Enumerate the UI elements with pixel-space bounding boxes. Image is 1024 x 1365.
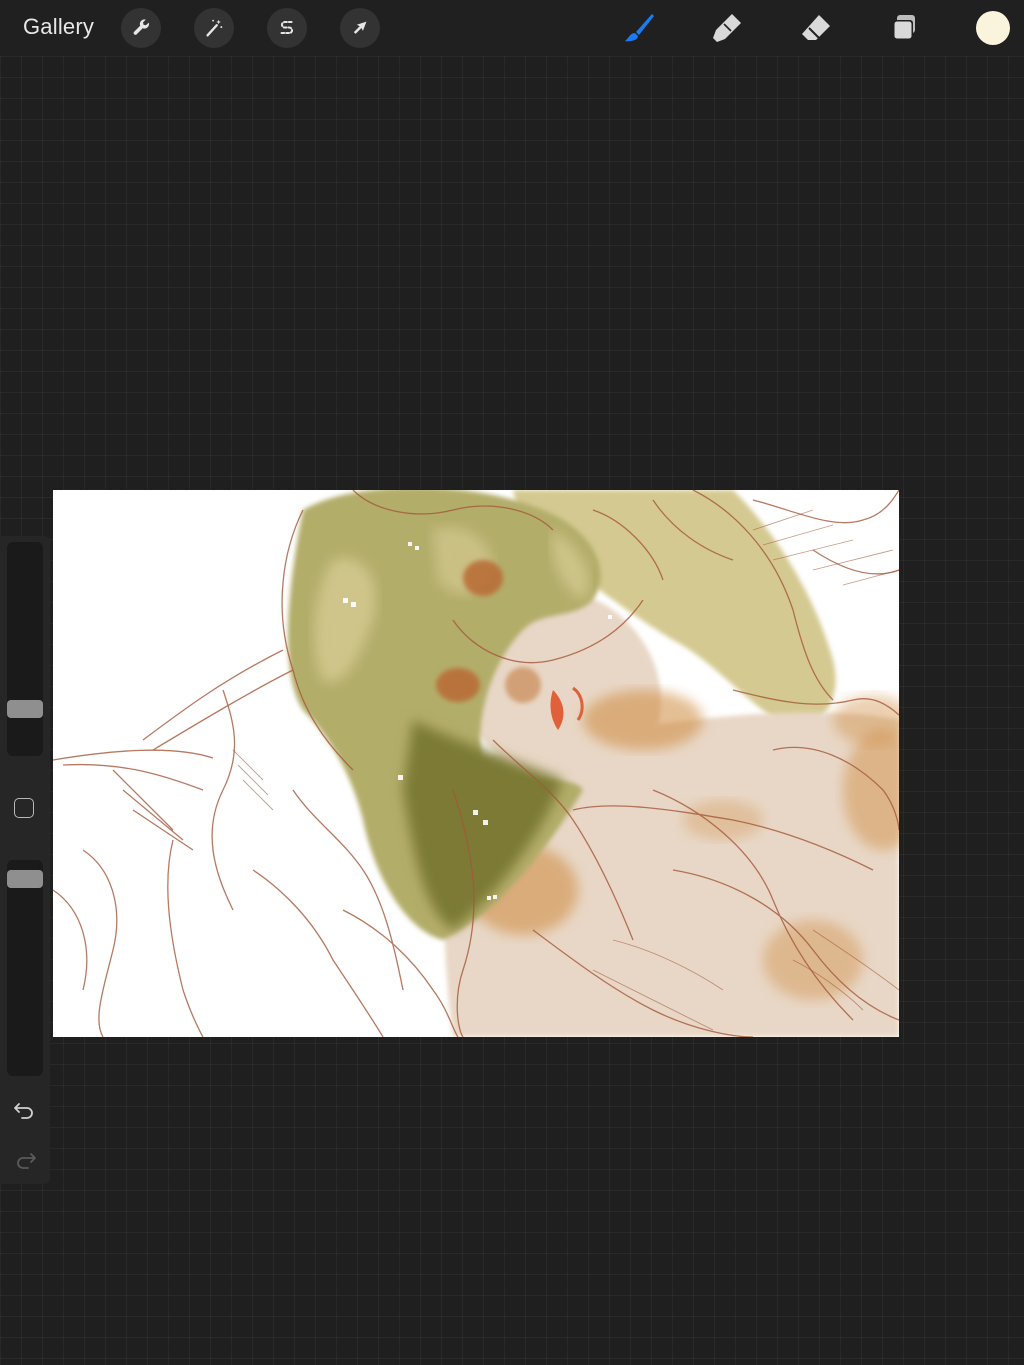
wrench-icon xyxy=(133,19,149,35)
brush-opacity-slider[interactable] xyxy=(7,860,43,1076)
smudge-tool-button[interactable] xyxy=(707,8,747,48)
redo-arrow-icon xyxy=(17,1153,36,1169)
adjustments-wand-button[interactable] xyxy=(194,8,234,48)
transform-arrow-button[interactable] xyxy=(340,8,380,48)
brush-size-slider[interactable] xyxy=(7,542,43,756)
undo-button[interactable] xyxy=(12,1096,38,1122)
top-toolbar: Gallery xyxy=(0,0,1024,56)
layers-tool-button[interactable] xyxy=(884,8,924,48)
brush-tool-button[interactable] xyxy=(619,8,659,48)
color-picker-swatch[interactable] xyxy=(976,11,1010,45)
magic-wand-icon xyxy=(206,19,223,37)
actions-wrench-button[interactable] xyxy=(121,8,161,48)
brush-opacity-thumb[interactable] xyxy=(7,869,43,888)
brush-icon xyxy=(625,14,654,42)
eraser-icon xyxy=(802,15,830,40)
smudge-finger-icon xyxy=(713,14,741,42)
layers-icon xyxy=(893,15,915,40)
modify-button[interactable] xyxy=(14,798,34,818)
left-sidebar xyxy=(0,536,50,1184)
redo-button[interactable] xyxy=(12,1146,38,1172)
gallery-button[interactable]: Gallery xyxy=(23,14,94,40)
drawing-canvas[interactable] xyxy=(53,490,899,1037)
eraser-tool-button[interactable] xyxy=(796,8,836,48)
arrow-cursor-icon xyxy=(353,21,367,34)
undo-arrow-icon xyxy=(14,1103,33,1119)
selection-button[interactable] xyxy=(267,8,307,48)
selection-s-icon xyxy=(280,21,293,35)
brush-size-thumb[interactable] xyxy=(7,700,43,719)
artwork-illustration xyxy=(53,490,899,1037)
